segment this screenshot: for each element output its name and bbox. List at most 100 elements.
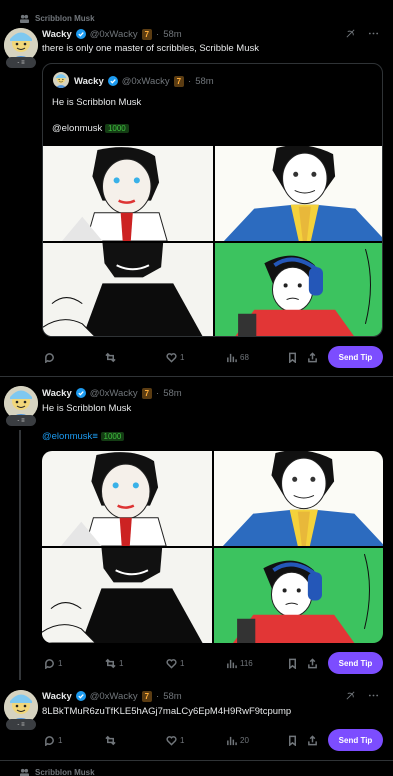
quote-avatar: [53, 72, 69, 88]
share-button[interactable]: [307, 351, 318, 363]
tip-amount: 1000: [104, 124, 129, 133]
tweet-header: Wacky @0xWacky 7 · 58m: [42, 386, 182, 400]
heart-icon: [166, 735, 177, 746]
reply-icon: [45, 735, 54, 746]
quote-mention[interactable]: @elonmusk: [52, 123, 102, 134]
separator-dot: ·: [156, 28, 160, 40]
media-image[interactable]: [42, 548, 212, 643]
media-image[interactable]: [42, 451, 212, 546]
tweet-text: He is Scribblon Musk: [42, 403, 132, 414]
repost-icon: [105, 352, 116, 362]
timestamp[interactable]: 58m: [163, 29, 181, 40]
tweet-header: Wacky @0xWacky 7 · 58m: [42, 27, 182, 41]
reply-icon: [45, 658, 54, 669]
share-button[interactable]: [307, 734, 318, 746]
bookmark-icon: [289, 658, 296, 669]
bookmark-icon: [289, 352, 296, 363]
grok-icon[interactable]: [345, 28, 356, 39]
thread-line: [19, 430, 21, 680]
views-icon: [227, 659, 237, 668]
views-button[interactable]: 20: [226, 735, 249, 746]
share-icon: [308, 351, 317, 362]
views-button[interactable]: 68: [226, 352, 249, 363]
tweet-header: Wacky @0xWacky 7 · 58m: [42, 689, 182, 703]
share-button[interactable]: [307, 657, 318, 669]
level-badge: 7: [141, 690, 153, 702]
view-count: 68: [240, 352, 249, 362]
action-bar: 1 1 1 116 Send Tip: [42, 651, 383, 675]
share-icon: [308, 657, 317, 668]
action-bar: 1 1 20 Send Tip: [42, 728, 383, 752]
timestamp[interactable]: 58m: [163, 388, 181, 399]
media-image[interactable]: [215, 146, 384, 241]
separator-dot: ·: [156, 690, 160, 702]
media-grid[interactable]: [42, 451, 383, 643]
like-count: 1: [180, 735, 185, 745]
send-tip-button[interactable]: Send Tip: [328, 729, 383, 751]
heart-icon: [166, 352, 177, 363]
media-image[interactable]: [214, 548, 384, 643]
user-badge: - ≡: [6, 719, 36, 730]
more-icon[interactable]: [368, 690, 379, 701]
verified-icon: [75, 29, 86, 39]
repost-count: 1: [119, 658, 124, 668]
media-image[interactable]: [214, 451, 384, 546]
action-bar: 1 68 Send Tip: [42, 345, 383, 369]
send-tip-button[interactable]: Send Tip: [328, 652, 383, 674]
bookmark-icon: [289, 735, 296, 746]
repost-button[interactable]: 1: [105, 658, 123, 669]
bookmark-button[interactable]: [287, 658, 298, 669]
quote-author-handle: @0xWacky: [121, 75, 170, 87]
tip-amount: 1000: [100, 432, 125, 441]
reply-button[interactable]: 1: [44, 658, 62, 669]
views-icon: [227, 353, 237, 362]
like-count: 1: [180, 352, 185, 362]
media-image[interactable]: [43, 243, 213, 337]
like-button[interactable]: 1: [166, 352, 184, 363]
repost-button[interactable]: [105, 352, 119, 363]
bookmark-button[interactable]: [287, 352, 298, 363]
author-handle[interactable]: @0xWacky: [90, 29, 138, 40]
verified-icon: [75, 691, 86, 701]
like-button[interactable]: 1: [166, 735, 184, 746]
media-grid[interactable]: [43, 146, 384, 337]
media-image[interactable]: [215, 243, 384, 337]
bookmark-button[interactable]: [287, 735, 298, 746]
mention-link[interactable]: @elonmusk: [42, 431, 92, 442]
views-button[interactable]: 116: [226, 658, 253, 669]
mention-line: @elonmusk≡ 1000: [42, 431, 125, 442]
author-handle[interactable]: @0xWacky: [90, 388, 138, 399]
divider: [0, 376, 393, 377]
context-label[interactable]: Scribblon Musk: [35, 768, 95, 776]
media-image[interactable]: [43, 146, 213, 241]
reply-count: 1: [58, 735, 63, 745]
like-button[interactable]: 1: [166, 658, 184, 669]
heart-icon: [166, 658, 177, 669]
reply-icon: [45, 352, 54, 363]
author-handle[interactable]: @0xWacky: [90, 691, 138, 702]
repost-button[interactable]: [105, 735, 119, 746]
author-name[interactable]: Wacky: [42, 388, 72, 399]
send-tip-button[interactable]: Send Tip: [328, 346, 383, 368]
verified-icon: [107, 76, 118, 86]
level-badge: 7: [173, 75, 185, 87]
verified-icon: [75, 388, 86, 398]
timestamp[interactable]: 58m: [163, 691, 181, 702]
user-badge: - ≡: [6, 415, 36, 426]
quoted-tweet[interactable]: Wacky @0xWacky 7 · 58m He is Scribblon M…: [42, 63, 383, 337]
retweet-context: Scribblon Musk: [20, 765, 95, 776]
context-label[interactable]: Scribblon Musk: [35, 14, 95, 23]
reply-count: 1: [58, 658, 63, 668]
grok-icon[interactable]: [345, 690, 356, 701]
quote-text: He is Scribblon Musk: [52, 97, 142, 108]
reply-button[interactable]: [44, 352, 58, 363]
more-icon[interactable]: [368, 28, 379, 39]
author-name[interactable]: Wacky: [42, 691, 72, 702]
reply-button[interactable]: 1: [44, 735, 62, 746]
divider: [0, 760, 393, 761]
separator-dot: ·: [156, 387, 160, 399]
community-icon: [20, 14, 29, 23]
quote-timestamp: 58m: [195, 75, 214, 87]
author-name[interactable]: Wacky: [42, 29, 72, 40]
repost-icon: [105, 658, 116, 668]
